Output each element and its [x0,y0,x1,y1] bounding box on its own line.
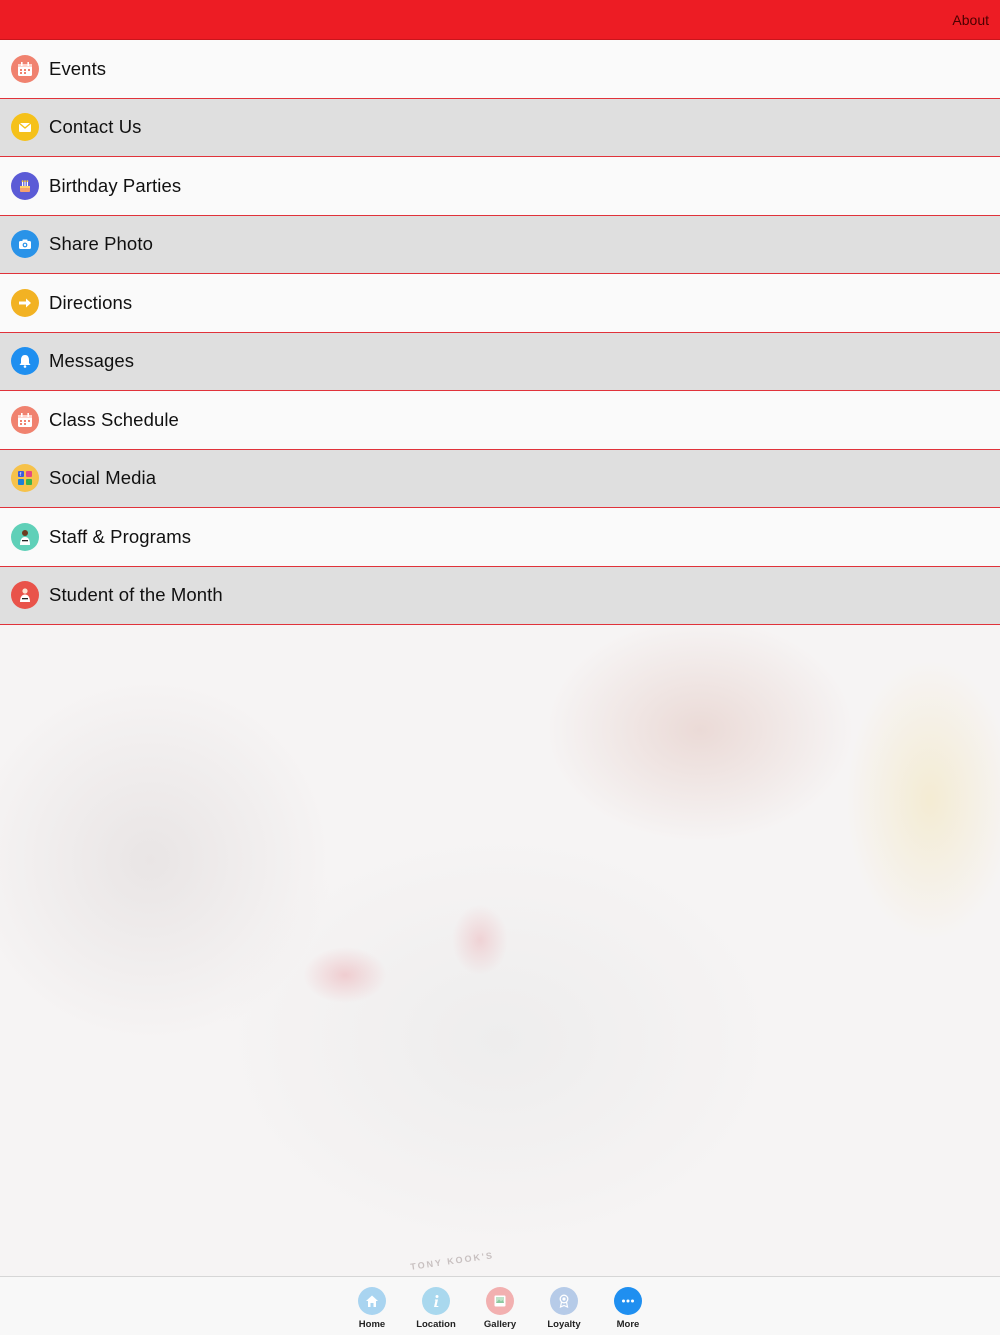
menu-item-directions[interactable]: Directions [0,274,1000,333]
menu-item-social-media[interactable]: f Social Media [0,449,1000,508]
calendar-icon [11,54,39,83]
staff-icon [11,522,39,551]
menu-item-messages[interactable]: Messages [0,332,1000,391]
svg-text:f: f [20,472,22,478]
menu-list: Events Contact Us Birthday Parties Share… [0,40,1000,625]
info-icon [422,1287,450,1315]
arrow-right-icon [11,288,39,317]
tab-loyalty[interactable]: Loyalty [532,1287,596,1330]
bottom-tab-bar: Home Location Gallery Loyalty More [0,1276,1000,1335]
menu-item-label: Contact Us [49,116,142,138]
tab-home[interactable]: Home [340,1287,404,1330]
tab-gallery[interactable]: Gallery [468,1287,532,1330]
calendar-icon [11,405,39,434]
top-navigation-bar: About [0,0,1000,40]
menu-item-contact-us[interactable]: Contact Us [0,98,1000,157]
menu-item-label: Staff & Programs [49,525,192,547]
envelope-icon [11,113,39,142]
menu-item-label: Messages [49,350,135,372]
menu-item-label: Directions [49,291,133,313]
menu-item-label: Social Media [49,467,157,489]
tab-label: Gallery [483,1319,517,1330]
tab-label: Home [358,1319,386,1330]
cake-icon [11,171,39,200]
menu-item-class-schedule[interactable]: Class Schedule [0,391,1000,450]
camera-icon [11,230,39,259]
bell-icon [11,347,39,376]
social-media-icon: f [11,464,39,493]
menu-item-label: Events [49,57,107,79]
menu-item-student-of-the-month[interactable]: Student of the Month [0,566,1000,625]
gallery-icon [486,1287,514,1315]
more-icon [614,1287,642,1315]
menu-item-events[interactable]: Events [0,40,1000,99]
tab-location[interactable]: Location [404,1287,468,1330]
menu-item-birthday-parties[interactable]: Birthday Parties [0,157,1000,216]
menu-item-label: Birthday Parties [49,174,182,196]
tab-more[interactable]: More [596,1287,660,1330]
menu-item-staff-programs[interactable]: Staff & Programs [0,508,1000,567]
menu-item-label: Class Schedule [49,408,179,430]
student-icon [11,581,39,610]
about-link[interactable]: About [952,12,989,28]
tab-label: More [616,1319,640,1330]
tab-label: Loyalty [547,1319,581,1330]
tab-label: Location [416,1319,456,1330]
award-icon [550,1287,578,1315]
home-icon [358,1287,386,1315]
menu-item-share-photo[interactable]: Share Photo [0,215,1000,274]
menu-item-label: Share Photo [49,233,153,255]
menu-item-label: Student of the Month [49,584,223,606]
